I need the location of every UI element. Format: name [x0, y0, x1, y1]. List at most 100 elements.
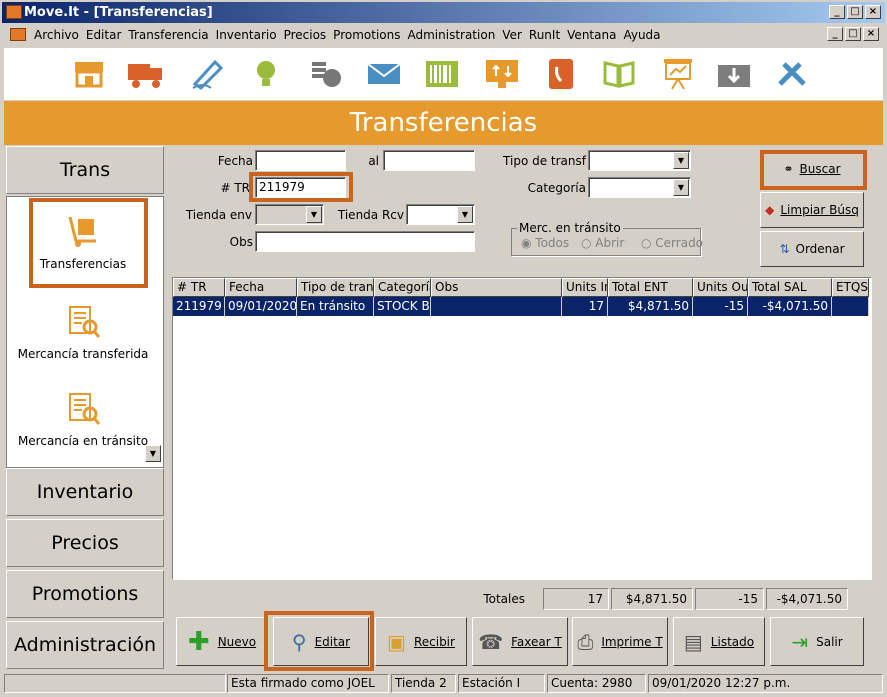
tienda-rcv-label: Tienda Rcv: [337, 208, 404, 222]
monitor-exchange-icon[interactable]: [482, 56, 522, 92]
mdi-restore-button[interactable]: □: [845, 27, 861, 41]
faxear-button[interactable]: ☎ Faxear T: [472, 617, 568, 666]
radio-label: Todos: [535, 236, 570, 250]
ordenar-button[interactable]: ⇅ Ordenar: [760, 231, 864, 267]
menu-transferencia[interactable]: Transferencia: [128, 28, 215, 42]
transfers-table[interactable]: # TR Fecha Tipo de transf Categoría Obs …: [172, 277, 872, 580]
phone-icon[interactable]: [541, 56, 581, 92]
envelope-icon[interactable]: [364, 56, 404, 92]
col-fecha[interactable]: Fecha: [225, 278, 297, 297]
minimize-button[interactable]: _: [829, 5, 845, 19]
cell-etqs: [832, 297, 869, 316]
categoria-select[interactable]: ▼: [588, 177, 691, 198]
salir-label: Salir: [816, 634, 843, 649]
menu-ver[interactable]: Ver: [502, 28, 529, 42]
tienda-rcv-select[interactable]: ▼: [406, 204, 475, 225]
document-icon: [10, 28, 26, 41]
status-tienda: Tienda 2: [391, 674, 456, 693]
nav-precios-button[interactable]: Precios: [6, 519, 164, 567]
highlight-transferencias: [29, 198, 148, 288]
app-window: Move.It - [Transferencias] _ □ × Archivo…: [0, 0, 887, 697]
tipo-transf-select[interactable]: ▼: [588, 150, 691, 171]
menu-runit[interactable]: RunIt: [529, 28, 567, 42]
nav-item-mercancia-transferida[interactable]: Mercancía transferida: [7, 305, 159, 361]
box-add-icon: ▣: [387, 629, 406, 654]
menu-inventario[interactable]: Inventario: [216, 28, 284, 42]
store-icon[interactable]: [69, 56, 109, 92]
cell-total-sal: -$4,071.50: [748, 297, 832, 316]
nuevo-button[interactable]: ✚ Nuevo: [176, 617, 268, 666]
sort-icon: ⇅: [779, 242, 790, 256]
download-box-icon[interactable]: [714, 56, 754, 92]
salir-button[interactable]: ⇥ Salir: [770, 617, 864, 666]
status-empty: [4, 674, 226, 693]
col-obs[interactable]: Obs: [431, 278, 562, 297]
pen-icon[interactable]: [187, 56, 227, 92]
obs-input[interactable]: [255, 231, 475, 252]
menu-promotions[interactable]: Promotions: [333, 28, 407, 42]
book-icon[interactable]: [599, 56, 639, 92]
col-total-sal[interactable]: Total SAL: [748, 278, 832, 297]
cell-units-out: -15: [693, 297, 748, 316]
nav-promotions-button[interactable]: Promotions: [6, 570, 164, 618]
status-cuenta: Cuenta: 2980: [547, 674, 646, 693]
window-title: Move.It - [Transferencias]: [24, 5, 213, 20]
imprime-button[interactable]: ⎙ Imprime T: [572, 617, 668, 666]
lightbulb-icon[interactable]: [246, 56, 286, 92]
limpiar-busq-button[interactable]: ◆ Limpiar Búsq: [760, 192, 864, 228]
nav-item-label: Mercancía en tránsito: [17, 434, 149, 448]
col-tipo[interactable]: Tipo de transf: [297, 278, 374, 297]
nav-trans-button[interactable]: Trans: [6, 146, 164, 194]
listado-button[interactable]: ▤ Listado: [673, 617, 765, 666]
col-etqs[interactable]: ETQS: [832, 278, 869, 297]
tools-icon[interactable]: [772, 56, 812, 92]
limpiar-label: Limpiar Búsq: [780, 203, 859, 217]
table-row[interactable]: 211979 09/01/2020 En tránsito STOCK BA 1…: [173, 297, 869, 316]
menu-bar: Archivo Editar Transferencia Inventario …: [2, 24, 885, 46]
menu-archivo[interactable]: Archivo: [34, 28, 86, 42]
col-units-out[interactable]: Units Out: [693, 278, 748, 297]
radio-label: Abrir: [595, 236, 625, 250]
tienda-env-select[interactable]: ▼: [255, 204, 324, 225]
total-units-in: 17: [543, 588, 609, 610]
menu-ventana[interactable]: Ventana: [567, 28, 623, 42]
col-total-ent[interactable]: Total ENT: [608, 278, 693, 297]
menu-precios[interactable]: Precios: [284, 28, 334, 42]
obs-label: Obs: [229, 235, 253, 249]
barcode-icon[interactable]: [422, 56, 462, 92]
mdi-close-button[interactable]: ×: [863, 27, 879, 41]
maximize-button[interactable]: □: [847, 5, 863, 19]
menu-ayuda[interactable]: Ayuda: [623, 28, 667, 42]
fecha-from-input[interactable]: [255, 150, 346, 171]
col-categoria[interactable]: Categoría: [374, 278, 431, 297]
status-user: Esta firmado como JOEL: [227, 674, 389, 693]
recibir-button[interactable]: ▣ Recibir: [375, 617, 467, 666]
chevron-down-icon: ▼: [457, 206, 473, 223]
menu-editar[interactable]: Editar: [86, 28, 129, 42]
chevron-down-icon: ▼: [673, 152, 689, 169]
totales-label: Totales: [483, 592, 525, 606]
mdi-minimize-button[interactable]: _: [827, 27, 843, 41]
nav-inventario-button[interactable]: Inventario: [6, 468, 164, 516]
fecha-to-input[interactable]: [383, 150, 475, 171]
coins-icon[interactable]: [306, 56, 346, 92]
exit-door-icon: ⇥: [791, 629, 809, 654]
cell-total-ent: $4,871.50: [608, 297, 693, 316]
radio-todos[interactable]: ◉ Todos: [521, 236, 569, 250]
truck-icon[interactable]: [126, 56, 166, 92]
scroll-down-button[interactable]: ▼: [145, 445, 161, 462]
left-nav: Trans Transferencias Mercancía transferi…: [4, 146, 166, 682]
radio-abrir[interactable]: ○ Abrir: [581, 236, 624, 250]
col-units-in[interactable]: Units In: [562, 278, 608, 297]
nav-item-mercancia-transito[interactable]: Mercancía en tránsito: [7, 392, 159, 448]
nav-administracion-button[interactable]: Administración: [6, 621, 164, 669]
imprime-label: Imprime T: [601, 634, 663, 649]
menu-administration[interactable]: Administration: [407, 28, 502, 42]
radio-cerrado[interactable]: ○ Cerrado: [641, 236, 703, 250]
chevron-down-icon: ▼: [306, 206, 322, 223]
col-tr[interactable]: # TR: [173, 278, 225, 297]
al-label: al: [368, 154, 379, 168]
stack-icon: ▤: [683, 629, 703, 654]
close-button[interactable]: ×: [865, 5, 881, 19]
presentation-icon[interactable]: [658, 56, 698, 92]
